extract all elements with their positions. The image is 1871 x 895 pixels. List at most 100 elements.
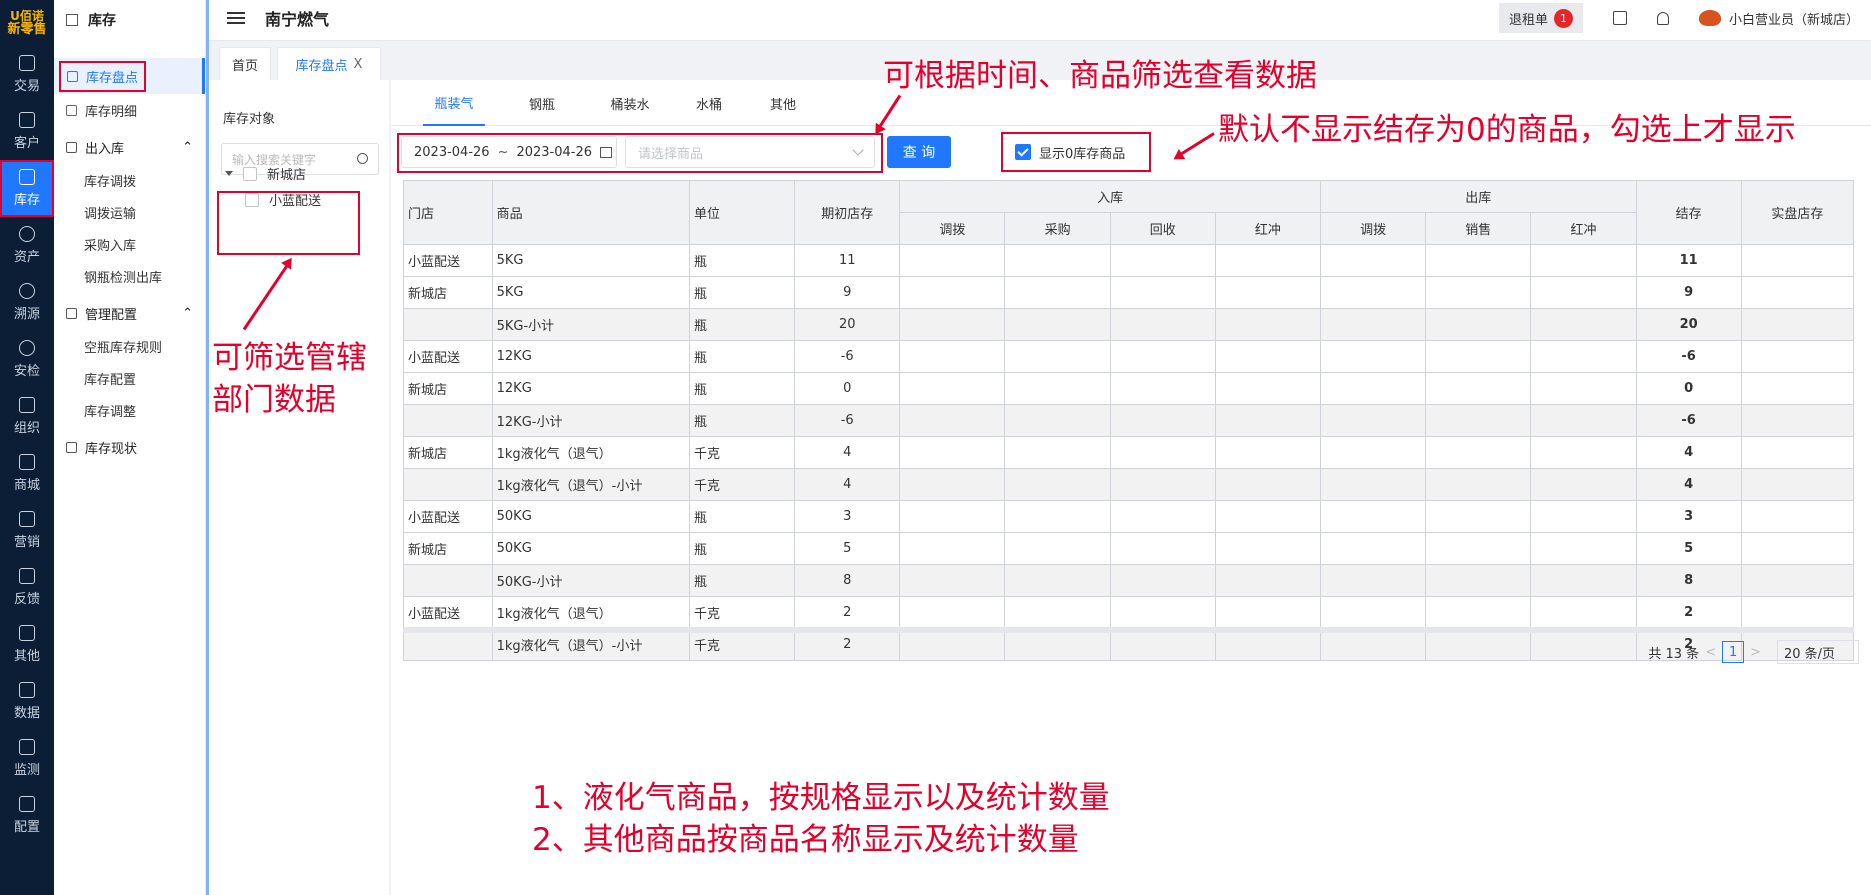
tree-node-child[interactable]: 小蓝配送 bbox=[245, 190, 321, 209]
caret-down-icon[interactable] bbox=[225, 171, 233, 176]
menu-sub-config-2[interactable]: 库存调整 bbox=[54, 394, 205, 426]
rail-item-4[interactable]: 溯源 bbox=[0, 274, 54, 331]
cell-empty bbox=[1109, 276, 1216, 309]
collapse-menu-icon[interactable] bbox=[227, 9, 245, 27]
cell-opening: 11 bbox=[794, 244, 901, 277]
tab-stocktake[interactable]: 库存盘点 X bbox=[277, 47, 381, 81]
cell-closing: 20 bbox=[1635, 308, 1742, 341]
col-closing: 结存 bbox=[1635, 180, 1742, 245]
tab-home[interactable]: 首页 bbox=[219, 47, 271, 81]
rail-item-9[interactable]: 反馈 bbox=[0, 559, 54, 616]
cell-empty bbox=[1530, 564, 1637, 597]
rail-item-12[interactable]: 监测 bbox=[0, 730, 54, 787]
cell-empty bbox=[1425, 500, 1532, 533]
close-icon[interactable]: X bbox=[354, 57, 363, 72]
cell-unit: 瓶 bbox=[688, 340, 796, 373]
col-out-0: 调拨 bbox=[1320, 212, 1427, 245]
menu-group-inout-label: 出入库 bbox=[85, 141, 125, 157]
pager-size-select[interactable]: 20 条/页 bbox=[1777, 640, 1859, 664]
cell-opening: 4 bbox=[794, 468, 901, 501]
col-store: 门店 bbox=[403, 180, 493, 245]
cell-empty bbox=[1425, 436, 1532, 469]
rail-item-10[interactable]: 其他 bbox=[0, 616, 54, 673]
qrcode-icon[interactable] bbox=[1612, 11, 1627, 25]
rail-item-label: 配置 bbox=[13, 820, 40, 835]
cell-empty bbox=[1425, 532, 1532, 565]
menu-item-status[interactable]: 库存现状 bbox=[54, 430, 205, 464]
top-bar: 南宁燃气 退租单 1 小白营业员（新城店） bbox=[209, 0, 1871, 36]
cell-goods: 12KG-小计 bbox=[491, 404, 690, 437]
product-tab-0[interactable]: 瓶装气 bbox=[423, 80, 485, 126]
cell-unit: 瓶 bbox=[688, 532, 796, 565]
product-tab-4[interactable]: 其他 bbox=[761, 80, 805, 126]
cell-goods: 1kg液化气（退气）-小计 bbox=[491, 628, 690, 661]
rail-item-1[interactable]: 客户 bbox=[0, 103, 54, 160]
tree-root-checkbox[interactable] bbox=[243, 166, 257, 181]
cell-empty bbox=[1530, 436, 1637, 469]
tree-child-checkbox[interactable] bbox=[245, 192, 259, 207]
tree-title: 库存对象 bbox=[223, 112, 276, 127]
pager-next[interactable]: > bbox=[1750, 645, 1761, 660]
cell-closing: 8 bbox=[1635, 564, 1742, 597]
bell-icon[interactable] bbox=[1656, 11, 1669, 25]
inventory-icon bbox=[19, 169, 35, 185]
search-icon[interactable] bbox=[357, 153, 368, 164]
menu-sub-inout-1[interactable]: 调拨运输 bbox=[54, 196, 205, 228]
rail-item-label: 组织 bbox=[13, 421, 40, 436]
gear-icon bbox=[66, 307, 77, 319]
menu-sub-config-1[interactable]: 库存配置 bbox=[54, 362, 205, 394]
menu-item-detail[interactable]: 库存明细 bbox=[54, 94, 205, 126]
inventory-menu: 库存 库存盘点 库存明细 出入库 ⌃ 库存调拨 调拨运输 采购入库 钢瓶检测出库 管理… bbox=[54, 0, 206, 895]
return-order-button[interactable]: 退租单 1 bbox=[1498, 3, 1583, 33]
query-button[interactable]: 查 询 bbox=[887, 136, 951, 168]
rail-item-8[interactable]: 营销 bbox=[0, 502, 54, 559]
rail-item-11[interactable]: 数据 bbox=[0, 673, 54, 730]
cell-store bbox=[403, 628, 493, 661]
cell-closing: 3 bbox=[1635, 500, 1742, 533]
user-menu[interactable]: 小白营业员（新城店） bbox=[1698, 9, 1859, 28]
menu-sub-inout-2[interactable]: 采购入库 bbox=[54, 228, 205, 260]
tree-node-root[interactable]: 新城店 bbox=[225, 164, 306, 183]
cell-goods: 5KG bbox=[491, 244, 690, 277]
rail-item-7[interactable]: 商城 bbox=[0, 445, 54, 502]
bulb-icon bbox=[19, 511, 35, 527]
table-row: 12KG-小计瓶 -6 -6 bbox=[403, 404, 1855, 437]
menu-sub-config-0[interactable]: 空瓶库存规则 bbox=[54, 330, 205, 362]
table-row: 新城店 1kg液化气（退气） 千克 4 4 bbox=[403, 436, 1855, 469]
rail-item-label: 商城 bbox=[13, 478, 40, 493]
menu-item-stocktake[interactable]: 库存盘点 bbox=[54, 58, 205, 94]
cell-unit: 千克 bbox=[688, 468, 796, 501]
cell-store: 小蓝配送 bbox=[403, 596, 493, 629]
cell-empty bbox=[899, 596, 1006, 629]
cell-empty bbox=[1109, 468, 1216, 501]
col-group-out: 出库 bbox=[1320, 180, 1637, 213]
cell-empty bbox=[1214, 532, 1322, 565]
rail-item-3[interactable]: 资产 bbox=[0, 217, 54, 274]
rail-item-0[interactable]: 交易 bbox=[0, 46, 54, 103]
rail-item-6[interactable]: 组织 bbox=[0, 388, 54, 445]
pager-prev[interactable]: < bbox=[1705, 645, 1716, 660]
pager-current-page[interactable]: 1 bbox=[1722, 641, 1745, 663]
cell-store bbox=[403, 404, 493, 437]
product-tab-1[interactable]: 钢瓶 bbox=[517, 80, 567, 126]
show-zero-checkbox[interactable] bbox=[1015, 144, 1031, 160]
menu-group-inout[interactable]: 出入库 ⌃ bbox=[54, 130, 205, 164]
cell-empty bbox=[1320, 308, 1427, 341]
goods-select[interactable]: 请选择商品 bbox=[625, 136, 875, 168]
rail-item-13[interactable]: 配置 bbox=[0, 787, 54, 844]
menu-group-config[interactable]: 管理配置 ⌃ bbox=[54, 296, 205, 330]
rail-item-label: 库存 bbox=[13, 193, 40, 208]
menu-item-stocktake-label: 库存盘点 bbox=[86, 70, 139, 86]
product-tab-2[interactable]: 桶装水 bbox=[601, 80, 659, 126]
menu-sub-inout-3[interactable]: 钢瓶检测出库 bbox=[54, 260, 205, 292]
date-start: 2023-04-26 bbox=[414, 144, 490, 160]
menu-sub-inout-0[interactable]: 库存调拨 bbox=[54, 164, 205, 196]
rail-item-5[interactable]: 安检 bbox=[0, 331, 54, 388]
cell-empty bbox=[1109, 532, 1216, 565]
date-range-picker[interactable]: 2023-04-26 ~ 2023-04-26 bbox=[401, 136, 617, 168]
table-scrollbar[interactable] bbox=[403, 627, 1854, 633]
rail-item-2[interactable]: 库存 bbox=[0, 160, 54, 217]
show-zero-stock-toggle[interactable]: 显示0库存商品 bbox=[1001, 132, 1151, 172]
cell-store: 新城店 bbox=[403, 276, 493, 309]
product-tab-3[interactable]: 水桶 bbox=[687, 80, 731, 126]
